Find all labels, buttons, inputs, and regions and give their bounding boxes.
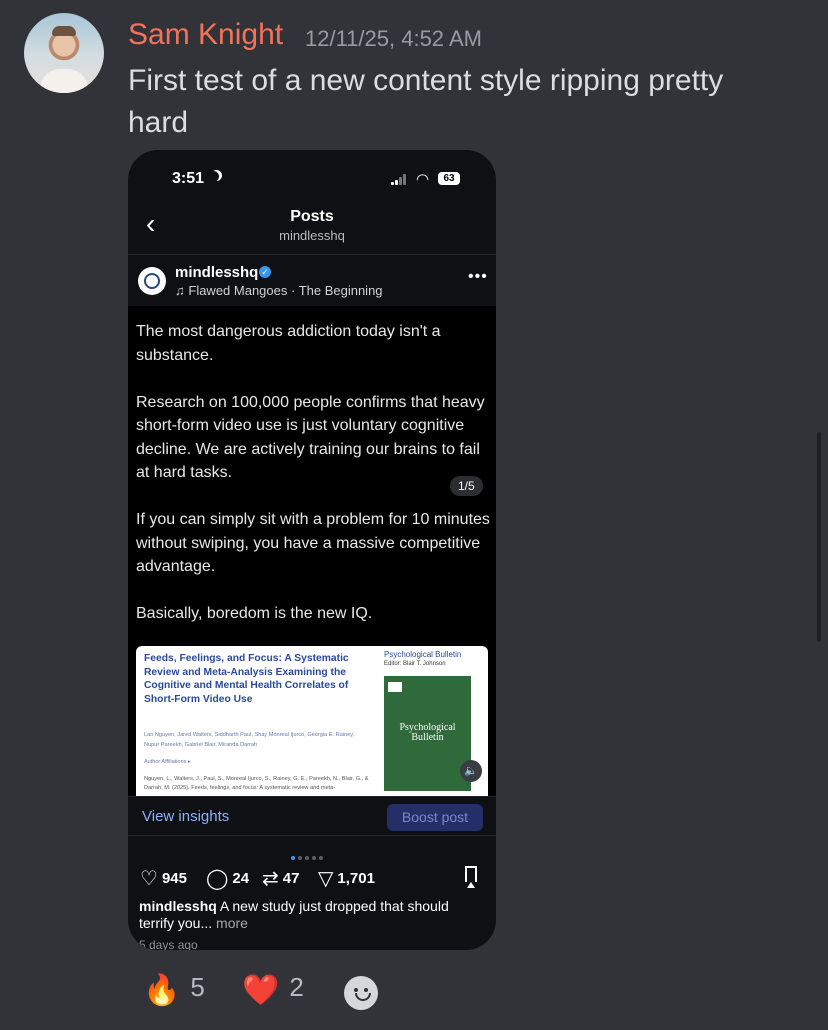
scrollbar[interactable] <box>817 432 821 642</box>
slide-paragraph: Basically, boredom is the new IQ. <box>136 605 373 622</box>
avatar-hair <box>52 26 76 36</box>
boost-post-button: Boost post <box>387 804 483 831</box>
wifi-icon: ◠ <box>416 171 430 188</box>
view-insights-link: View insights <box>142 808 230 825</box>
slide-counter: 1/5 <box>450 476 483 496</box>
paper-authors: Lan Nguyen, Jared Walters, Siddharth Pau… <box>144 732 355 748</box>
journal-name: Psychological Bulletin <box>384 650 462 659</box>
author-avatar[interactable] <box>24 13 104 93</box>
caption-more: more <box>216 915 248 931</box>
like-action: ♡ 945 <box>140 866 187 891</box>
status-time: 3:51 <box>172 170 205 187</box>
slide-paragraph: Research on 100,000 people confirms that… <box>136 393 485 482</box>
avatar-shirt <box>40 69 88 93</box>
paper-citation: Nguyen, L., Walters, J., Paul, S., Monre… <box>144 776 369 791</box>
send-icon: ▽ <box>318 868 334 890</box>
paper-title: Feeds, Feelings, and Focus: A Systematic… <box>144 653 349 705</box>
bookmark-icon <box>465 866 477 882</box>
signal-icon <box>391 174 409 185</box>
divider <box>128 835 496 836</box>
divider <box>128 254 496 255</box>
comment-icon: ◯ <box>206 868 229 890</box>
reaction-heart[interactable]: ❤️ 2 <box>242 972 304 1008</box>
post-date: 5 days ago <box>139 938 198 950</box>
share-count: 1,701 <box>337 870 375 887</box>
repost-icon: ⇄ <box>262 868 279 890</box>
share-action: ▽ 1,701 <box>318 866 375 891</box>
reaction-count: 2 <box>289 972 304 1002</box>
nav-subtitle: mindlesshq <box>279 228 345 243</box>
repost-count: 47 <box>282 870 300 887</box>
journal-editor: Editor: Blair T. Johnson <box>384 661 446 667</box>
verified-badge-icon: ✓ <box>259 266 271 278</box>
slide-text: The most dangerous addiction today isn't… <box>136 320 491 649</box>
like-count: 945 <box>161 870 187 887</box>
nav-title: Posts <box>290 208 334 225</box>
apa-logo-icon <box>388 682 402 692</box>
post-avatar <box>138 267 166 295</box>
slide-paragraph: If you can simply sit with a problem for… <box>136 511 490 575</box>
message-text: First test of a new content style rippin… <box>128 64 724 139</box>
add-reaction-smiley-icon[interactable] <box>344 976 378 1010</box>
music-label: Flawed Mangoes · The Beginning <box>188 283 383 298</box>
reaction-count: 5 <box>190 972 205 1002</box>
divider <box>128 796 496 797</box>
more-options-icon: ••• <box>468 268 488 285</box>
moon-icon <box>208 171 219 182</box>
message-timestamp: 12/11/25, 4:52 AM <box>305 26 482 51</box>
post-music: ♫ Flawed Mangoes · The Beginning <box>175 283 383 298</box>
fire-icon: 🔥 <box>143 974 181 1007</box>
mute-toggle-icon: 🔈 <box>460 760 482 782</box>
journal-cover: Psychological Bulletin <box>384 676 471 791</box>
carousel-indicator <box>291 847 326 865</box>
repost-action: ⇄ 47 <box>262 866 299 891</box>
heart-emoji-icon: ❤️ <box>242 974 280 1007</box>
comment-count: 24 <box>232 870 250 887</box>
post-caption: mindlesshq A new study just dropped that… <box>139 898 484 932</box>
author-name[interactable]: Sam Knight <box>128 18 283 52</box>
caption-username: mindlesshq <box>139 898 217 914</box>
reaction-fire[interactable]: 🔥 5 <box>143 972 205 1008</box>
paper-excerpt: Feeds, Feelings, and Focus: A Systematic… <box>136 646 488 796</box>
heart-icon: ♡ <box>140 868 158 890</box>
battery-icon: 63 <box>438 172 460 185</box>
embedded-screenshot[interactable]: 3:51 ◠ 63 ‹ Posts mindlesshq mindlesshq … <box>128 150 496 950</box>
post-username: mindlesshq <box>175 264 259 281</box>
paper-affiliations: Author Affiliations ▸ <box>144 759 191 765</box>
cover-title: Psychological Bulletin <box>399 722 456 743</box>
slide-paragraph: The most dangerous addiction today isn't… <box>136 323 441 364</box>
comment-action: ◯ 24 <box>206 866 249 891</box>
